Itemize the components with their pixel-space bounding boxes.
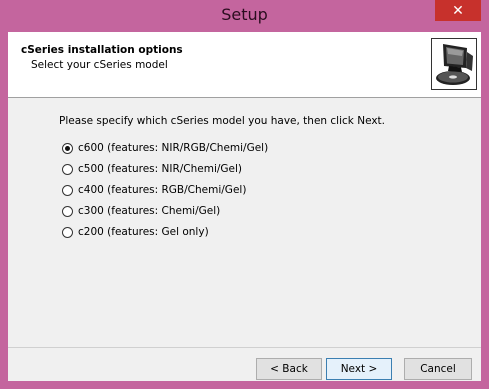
option-c600[interactable]: c600 (features: NIR/RGB/Chemi/Gel) — [62, 142, 268, 154]
option-label[interactable]: c400 (features: RGB/Chemi/Gel) — [78, 184, 246, 196]
radio-button[interactable] — [62, 205, 73, 217]
option-c300[interactable]: c300 (features: Chemi/Gel) — [62, 205, 220, 217]
back-button[interactable]: < Back — [256, 358, 322, 380]
wizard-header: cSeries installation options Select your… — [8, 32, 481, 98]
title-bar: Setup ✕ — [0, 0, 489, 32]
next-button[interactable]: Next > — [326, 358, 392, 380]
header-subtitle: Select your cSeries model — [31, 59, 168, 71]
close-button[interactable]: ✕ — [435, 0, 481, 21]
option-c500[interactable]: c500 (features: NIR/Chemi/Gel) — [62, 163, 242, 175]
option-c200[interactable]: c200 (features: Gel only) — [62, 226, 209, 238]
option-label[interactable]: c200 (features: Gel only) — [78, 226, 209, 238]
radio-button[interactable] — [62, 184, 73, 196]
radio-button[interactable] — [62, 142, 73, 154]
instruction-text: Please specify which cSeries model you h… — [59, 115, 386, 127]
wizard-body: cSeries installation options Select your… — [8, 32, 481, 381]
radio-button[interactable] — [62, 226, 73, 238]
option-label[interactable]: c600 (features: NIR/RGB/Chemi/Gel) — [78, 142, 268, 154]
header-title: cSeries installation options — [21, 44, 183, 56]
window-title: Setup — [221, 5, 268, 24]
option-label[interactable]: c300 (features: Chemi/Gel) — [78, 205, 220, 217]
cancel-button[interactable]: Cancel — [404, 358, 472, 380]
option-c400[interactable]: c400 (features: RGB/Chemi/Gel) — [62, 184, 246, 196]
option-label[interactable]: c500 (features: NIR/Chemi/Gel) — [78, 163, 242, 175]
radio-button[interactable] — [62, 163, 73, 175]
computer-disk-icon — [431, 38, 477, 90]
